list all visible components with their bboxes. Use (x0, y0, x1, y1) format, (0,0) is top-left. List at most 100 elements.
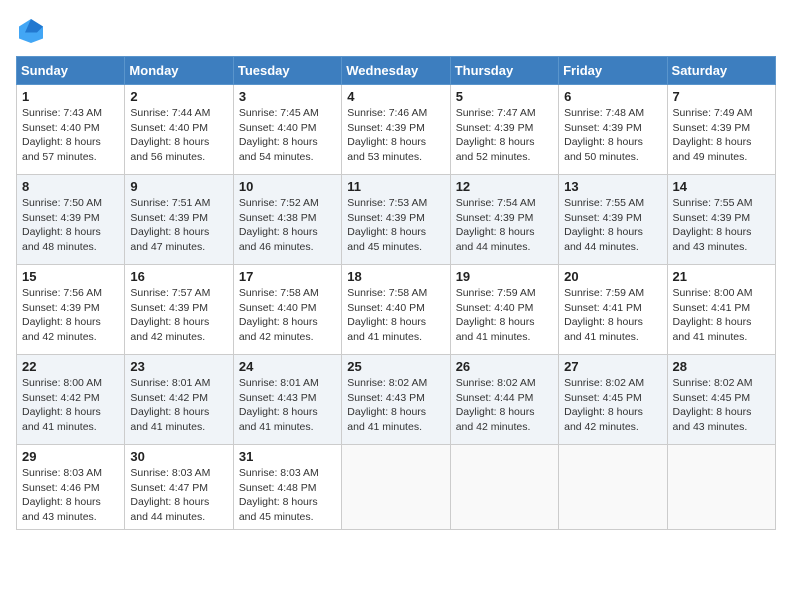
calendar-week-4: 22 Sunrise: 8:00 AM Sunset: 4:42 PM Dayl… (17, 355, 776, 445)
col-header-saturday: Saturday (667, 57, 775, 85)
day-cell-5: 5 Sunrise: 7:47 AM Sunset: 4:39 PM Dayli… (450, 85, 558, 175)
day-info: Sunrise: 7:44 AM Sunset: 4:40 PM Dayligh… (130, 106, 227, 165)
day-number: 11 (347, 179, 444, 194)
day-number: 21 (673, 269, 770, 284)
day-number: 23 (130, 359, 227, 374)
day-cell-21: 21 Sunrise: 8:00 AM Sunset: 4:41 PM Dayl… (667, 265, 775, 355)
day-cell-6: 6 Sunrise: 7:48 AM Sunset: 4:39 PM Dayli… (559, 85, 667, 175)
day-info: Sunrise: 8:03 AM Sunset: 4:46 PM Dayligh… (22, 466, 119, 525)
day-cell-16: 16 Sunrise: 7:57 AM Sunset: 4:39 PM Dayl… (125, 265, 233, 355)
day-cell-26: 26 Sunrise: 8:02 AM Sunset: 4:44 PM Dayl… (450, 355, 558, 445)
day-cell-28: 28 Sunrise: 8:02 AM Sunset: 4:45 PM Dayl… (667, 355, 775, 445)
day-info: Sunrise: 8:02 AM Sunset: 4:44 PM Dayligh… (456, 376, 553, 435)
empty-cell (450, 445, 558, 530)
day-number: 20 (564, 269, 661, 284)
col-header-friday: Friday (559, 57, 667, 85)
day-cell-11: 11 Sunrise: 7:53 AM Sunset: 4:39 PM Dayl… (342, 175, 450, 265)
day-cell-27: 27 Sunrise: 8:02 AM Sunset: 4:45 PM Dayl… (559, 355, 667, 445)
day-cell-4: 4 Sunrise: 7:46 AM Sunset: 4:39 PM Dayli… (342, 85, 450, 175)
day-number: 5 (456, 89, 553, 104)
day-number: 10 (239, 179, 336, 194)
day-number: 9 (130, 179, 227, 194)
day-cell-17: 17 Sunrise: 7:58 AM Sunset: 4:40 PM Dayl… (233, 265, 341, 355)
logo (16, 16, 50, 46)
day-info: Sunrise: 7:43 AM Sunset: 4:40 PM Dayligh… (22, 106, 119, 165)
col-header-thursday: Thursday (450, 57, 558, 85)
day-number: 28 (673, 359, 770, 374)
day-info: Sunrise: 8:00 AM Sunset: 4:41 PM Dayligh… (673, 286, 770, 345)
day-cell-3: 3 Sunrise: 7:45 AM Sunset: 4:40 PM Dayli… (233, 85, 341, 175)
day-cell-29: 29 Sunrise: 8:03 AM Sunset: 4:46 PM Dayl… (17, 445, 125, 530)
day-number: 6 (564, 89, 661, 104)
day-info: Sunrise: 7:54 AM Sunset: 4:39 PM Dayligh… (456, 196, 553, 255)
day-info: Sunrise: 8:03 AM Sunset: 4:48 PM Dayligh… (239, 466, 336, 525)
calendar-week-3: 15 Sunrise: 7:56 AM Sunset: 4:39 PM Dayl… (17, 265, 776, 355)
day-info: Sunrise: 8:02 AM Sunset: 4:43 PM Dayligh… (347, 376, 444, 435)
day-info: Sunrise: 7:52 AM Sunset: 4:38 PM Dayligh… (239, 196, 336, 255)
day-cell-9: 9 Sunrise: 7:51 AM Sunset: 4:39 PM Dayli… (125, 175, 233, 265)
day-info: Sunrise: 7:58 AM Sunset: 4:40 PM Dayligh… (239, 286, 336, 345)
day-cell-19: 19 Sunrise: 7:59 AM Sunset: 4:40 PM Dayl… (450, 265, 558, 355)
day-info: Sunrise: 7:51 AM Sunset: 4:39 PM Dayligh… (130, 196, 227, 255)
col-header-monday: Monday (125, 57, 233, 85)
day-number: 27 (564, 359, 661, 374)
day-cell-14: 14 Sunrise: 7:55 AM Sunset: 4:39 PM Dayl… (667, 175, 775, 265)
day-number: 24 (239, 359, 336, 374)
calendar-week-1: 1 Sunrise: 7:43 AM Sunset: 4:40 PM Dayli… (17, 85, 776, 175)
day-cell-1: 1 Sunrise: 7:43 AM Sunset: 4:40 PM Dayli… (17, 85, 125, 175)
day-cell-25: 25 Sunrise: 8:02 AM Sunset: 4:43 PM Dayl… (342, 355, 450, 445)
empty-cell (667, 445, 775, 530)
empty-cell (559, 445, 667, 530)
day-info: Sunrise: 8:02 AM Sunset: 4:45 PM Dayligh… (564, 376, 661, 435)
calendar-week-2: 8 Sunrise: 7:50 AM Sunset: 4:39 PM Dayli… (17, 175, 776, 265)
day-info: Sunrise: 7:55 AM Sunset: 4:39 PM Dayligh… (564, 196, 661, 255)
day-number: 7 (673, 89, 770, 104)
day-info: Sunrise: 7:55 AM Sunset: 4:39 PM Dayligh… (673, 196, 770, 255)
day-number: 2 (130, 89, 227, 104)
page-header (16, 16, 776, 46)
calendar-table: SundayMondayTuesdayWednesdayThursdayFrid… (16, 56, 776, 530)
day-number: 3 (239, 89, 336, 104)
day-cell-31: 31 Sunrise: 8:03 AM Sunset: 4:48 PM Dayl… (233, 445, 341, 530)
day-info: Sunrise: 7:57 AM Sunset: 4:39 PM Dayligh… (130, 286, 227, 345)
day-number: 30 (130, 449, 227, 464)
day-info: Sunrise: 7:58 AM Sunset: 4:40 PM Dayligh… (347, 286, 444, 345)
day-number: 15 (22, 269, 119, 284)
day-cell-18: 18 Sunrise: 7:58 AM Sunset: 4:40 PM Dayl… (342, 265, 450, 355)
day-number: 26 (456, 359, 553, 374)
day-info: Sunrise: 8:01 AM Sunset: 4:42 PM Dayligh… (130, 376, 227, 435)
day-info: Sunrise: 7:47 AM Sunset: 4:39 PM Dayligh… (456, 106, 553, 165)
day-number: 1 (22, 89, 119, 104)
day-number: 19 (456, 269, 553, 284)
day-number: 17 (239, 269, 336, 284)
day-info: Sunrise: 7:56 AM Sunset: 4:39 PM Dayligh… (22, 286, 119, 345)
calendar-week-5: 29 Sunrise: 8:03 AM Sunset: 4:46 PM Dayl… (17, 445, 776, 530)
empty-cell (342, 445, 450, 530)
col-header-wednesday: Wednesday (342, 57, 450, 85)
day-info: Sunrise: 7:49 AM Sunset: 4:39 PM Dayligh… (673, 106, 770, 165)
day-cell-24: 24 Sunrise: 8:01 AM Sunset: 4:43 PM Dayl… (233, 355, 341, 445)
day-info: Sunrise: 8:00 AM Sunset: 4:42 PM Dayligh… (22, 376, 119, 435)
logo-icon (16, 16, 46, 46)
day-cell-23: 23 Sunrise: 8:01 AM Sunset: 4:42 PM Dayl… (125, 355, 233, 445)
day-cell-10: 10 Sunrise: 7:52 AM Sunset: 4:38 PM Dayl… (233, 175, 341, 265)
col-header-tuesday: Tuesday (233, 57, 341, 85)
day-info: Sunrise: 7:46 AM Sunset: 4:39 PM Dayligh… (347, 106, 444, 165)
day-cell-12: 12 Sunrise: 7:54 AM Sunset: 4:39 PM Dayl… (450, 175, 558, 265)
calendar-header-row: SundayMondayTuesdayWednesdayThursdayFrid… (17, 57, 776, 85)
day-number: 29 (22, 449, 119, 464)
day-info: Sunrise: 7:48 AM Sunset: 4:39 PM Dayligh… (564, 106, 661, 165)
day-number: 31 (239, 449, 336, 464)
day-cell-7: 7 Sunrise: 7:49 AM Sunset: 4:39 PM Dayli… (667, 85, 775, 175)
day-number: 25 (347, 359, 444, 374)
day-cell-13: 13 Sunrise: 7:55 AM Sunset: 4:39 PM Dayl… (559, 175, 667, 265)
day-info: Sunrise: 8:02 AM Sunset: 4:45 PM Dayligh… (673, 376, 770, 435)
day-cell-22: 22 Sunrise: 8:00 AM Sunset: 4:42 PM Dayl… (17, 355, 125, 445)
day-number: 16 (130, 269, 227, 284)
day-number: 12 (456, 179, 553, 194)
day-info: Sunrise: 7:50 AM Sunset: 4:39 PM Dayligh… (22, 196, 119, 255)
col-header-sunday: Sunday (17, 57, 125, 85)
day-number: 22 (22, 359, 119, 374)
day-info: Sunrise: 7:53 AM Sunset: 4:39 PM Dayligh… (347, 196, 444, 255)
day-info: Sunrise: 8:03 AM Sunset: 4:47 PM Dayligh… (130, 466, 227, 525)
